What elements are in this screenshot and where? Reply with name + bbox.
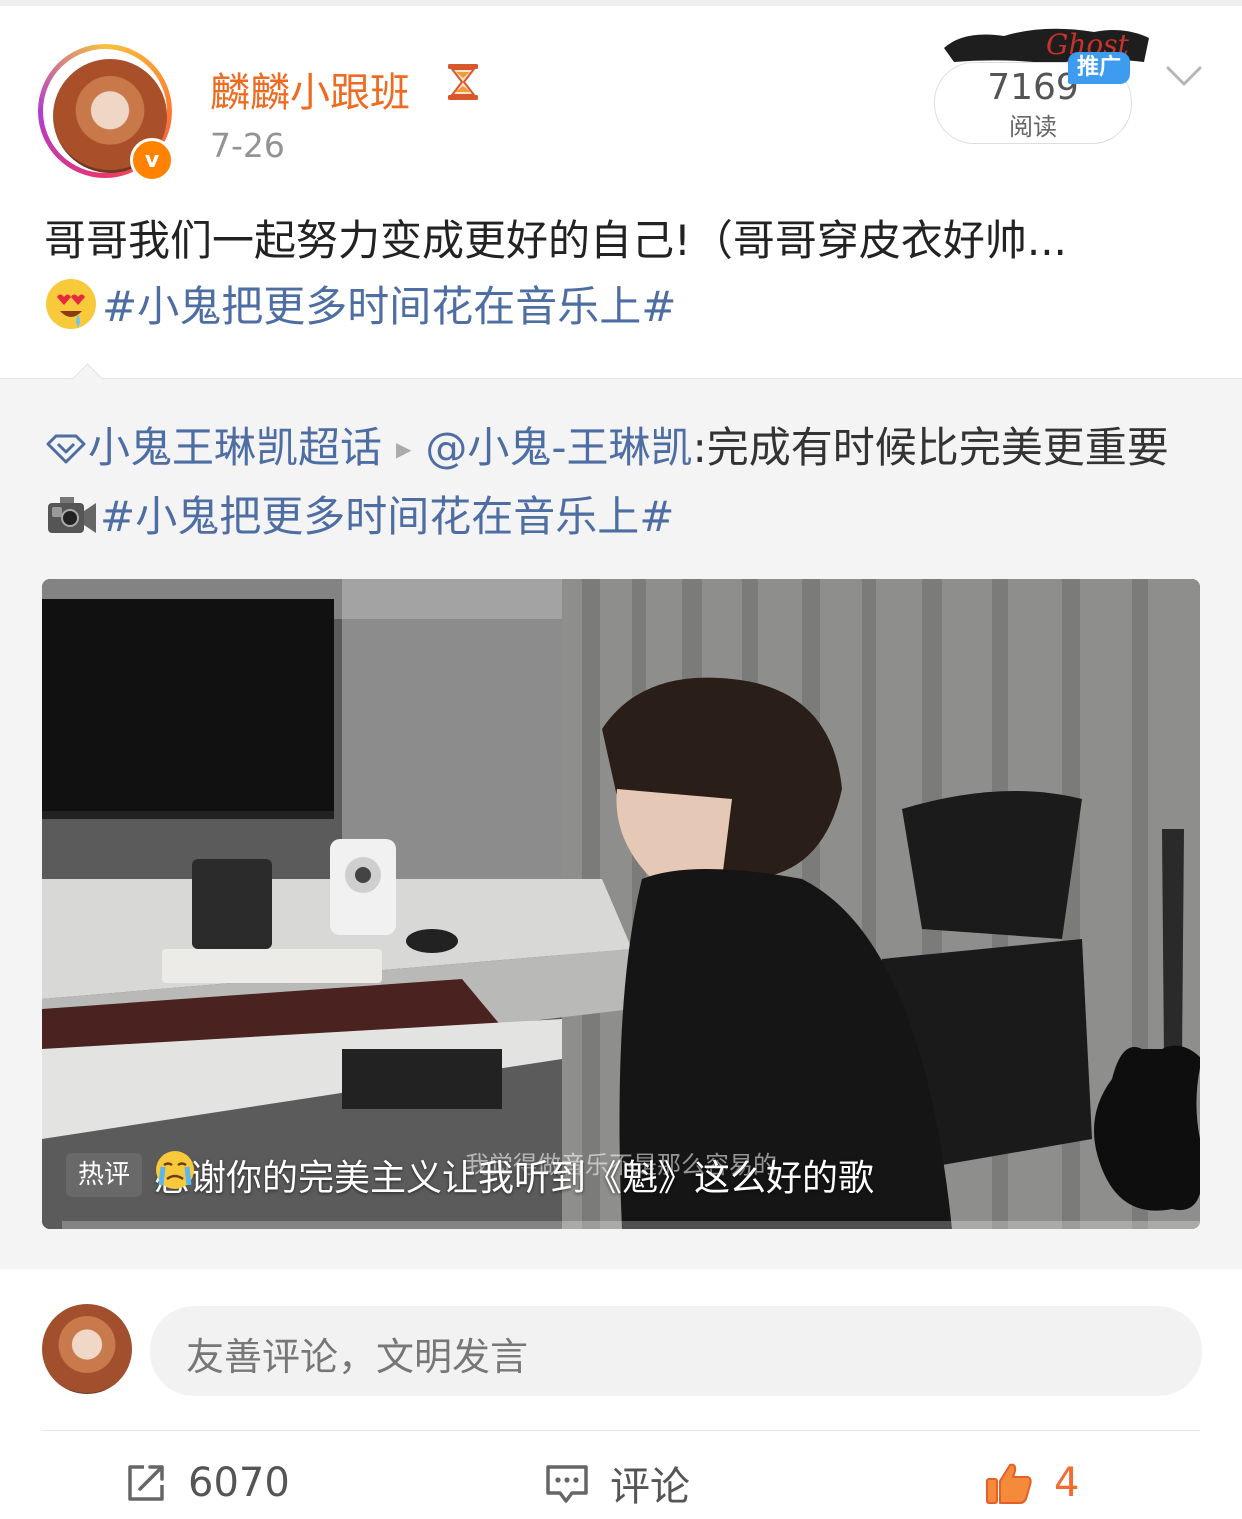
post-date: 7-26 [210, 126, 285, 165]
like-count: 4 [1054, 1460, 1080, 1506]
repost-hashtag[interactable]: #小鬼把更多时间花在音乐上# [100, 492, 674, 541]
reads-label: 阅读 [1009, 113, 1057, 141]
comment-icon [546, 1465, 588, 1503]
hourglass-icon [448, 64, 478, 100]
video-camera-emoji [48, 497, 96, 533]
repost-text: :完成有时候比完美更重要 [692, 423, 1169, 472]
top-divider [0, 0, 1242, 6]
share-count: 6070 [188, 1460, 290, 1506]
verified-badge: v [130, 138, 174, 182]
video-frame [42, 579, 1200, 1229]
diamond-icon [46, 434, 86, 464]
post-hashtag[interactable]: #小鬼把更多时间花在音乐上# [102, 282, 676, 331]
author-name[interactable]: 麟麟小跟班 [210, 60, 410, 118]
share-icon [128, 1465, 164, 1501]
crying-face-emoji [156, 1151, 194, 1189]
comment-button[interactable]: 评论 [544, 1450, 690, 1516]
comment-placeholder: 友善评论，文明发言 [186, 1335, 529, 1379]
comment-label: 评论 [610, 1464, 690, 1510]
video-progress[interactable] [62, 1221, 1200, 1229]
thumbs-up-icon [986, 1463, 1032, 1504]
share-button[interactable]: 6070 [124, 1450, 290, 1516]
supertopic-link[interactable]: 小鬼王琳凯超话 [88, 423, 382, 472]
post-body: 哥哥我们一起努力变成更好的自己!（哥哥穿皮衣好帅... #小鬼把更多时间花在音乐… [44, 208, 1204, 340]
heart-eyes-drool-emoji [46, 279, 96, 329]
hot-comment-label: 热评 [66, 1153, 142, 1197]
hot-comment-text: 感谢你的完美主义让我听到《魁》这么好的歌 [154, 1158, 875, 1199]
repost-body: 小鬼王琳凯超话 ▶ @小鬼-王琳凯:完成有时候比完美更重要 #小鬼把更多时间花在音乐… [44, 414, 1204, 551]
hot-comment: 感谢你的完美主义让我听到《魁》这么好的歌 [154, 1149, 874, 1201]
action-divider [42, 1430, 1200, 1431]
promo-tag[interactable]: 推广 [1068, 52, 1130, 84]
my-avatar[interactable] [42, 1304, 132, 1394]
repost-author[interactable]: @小鬼-王琳凯 [425, 423, 692, 472]
post-text: 哥哥我们一起努力变成更好的自己!（哥哥穿皮衣好帅... [44, 216, 1067, 265]
arrow-right-icon: ▶ [396, 437, 412, 461]
chevron-down-icon[interactable] [1164, 60, 1204, 94]
like-button[interactable]: 4 [984, 1450, 1079, 1516]
video-player[interactable]: 我觉得做音乐不是那么容易的 热评 感谢你的完美主义让我听到《魁》这么好的歌 [42, 579, 1200, 1229]
